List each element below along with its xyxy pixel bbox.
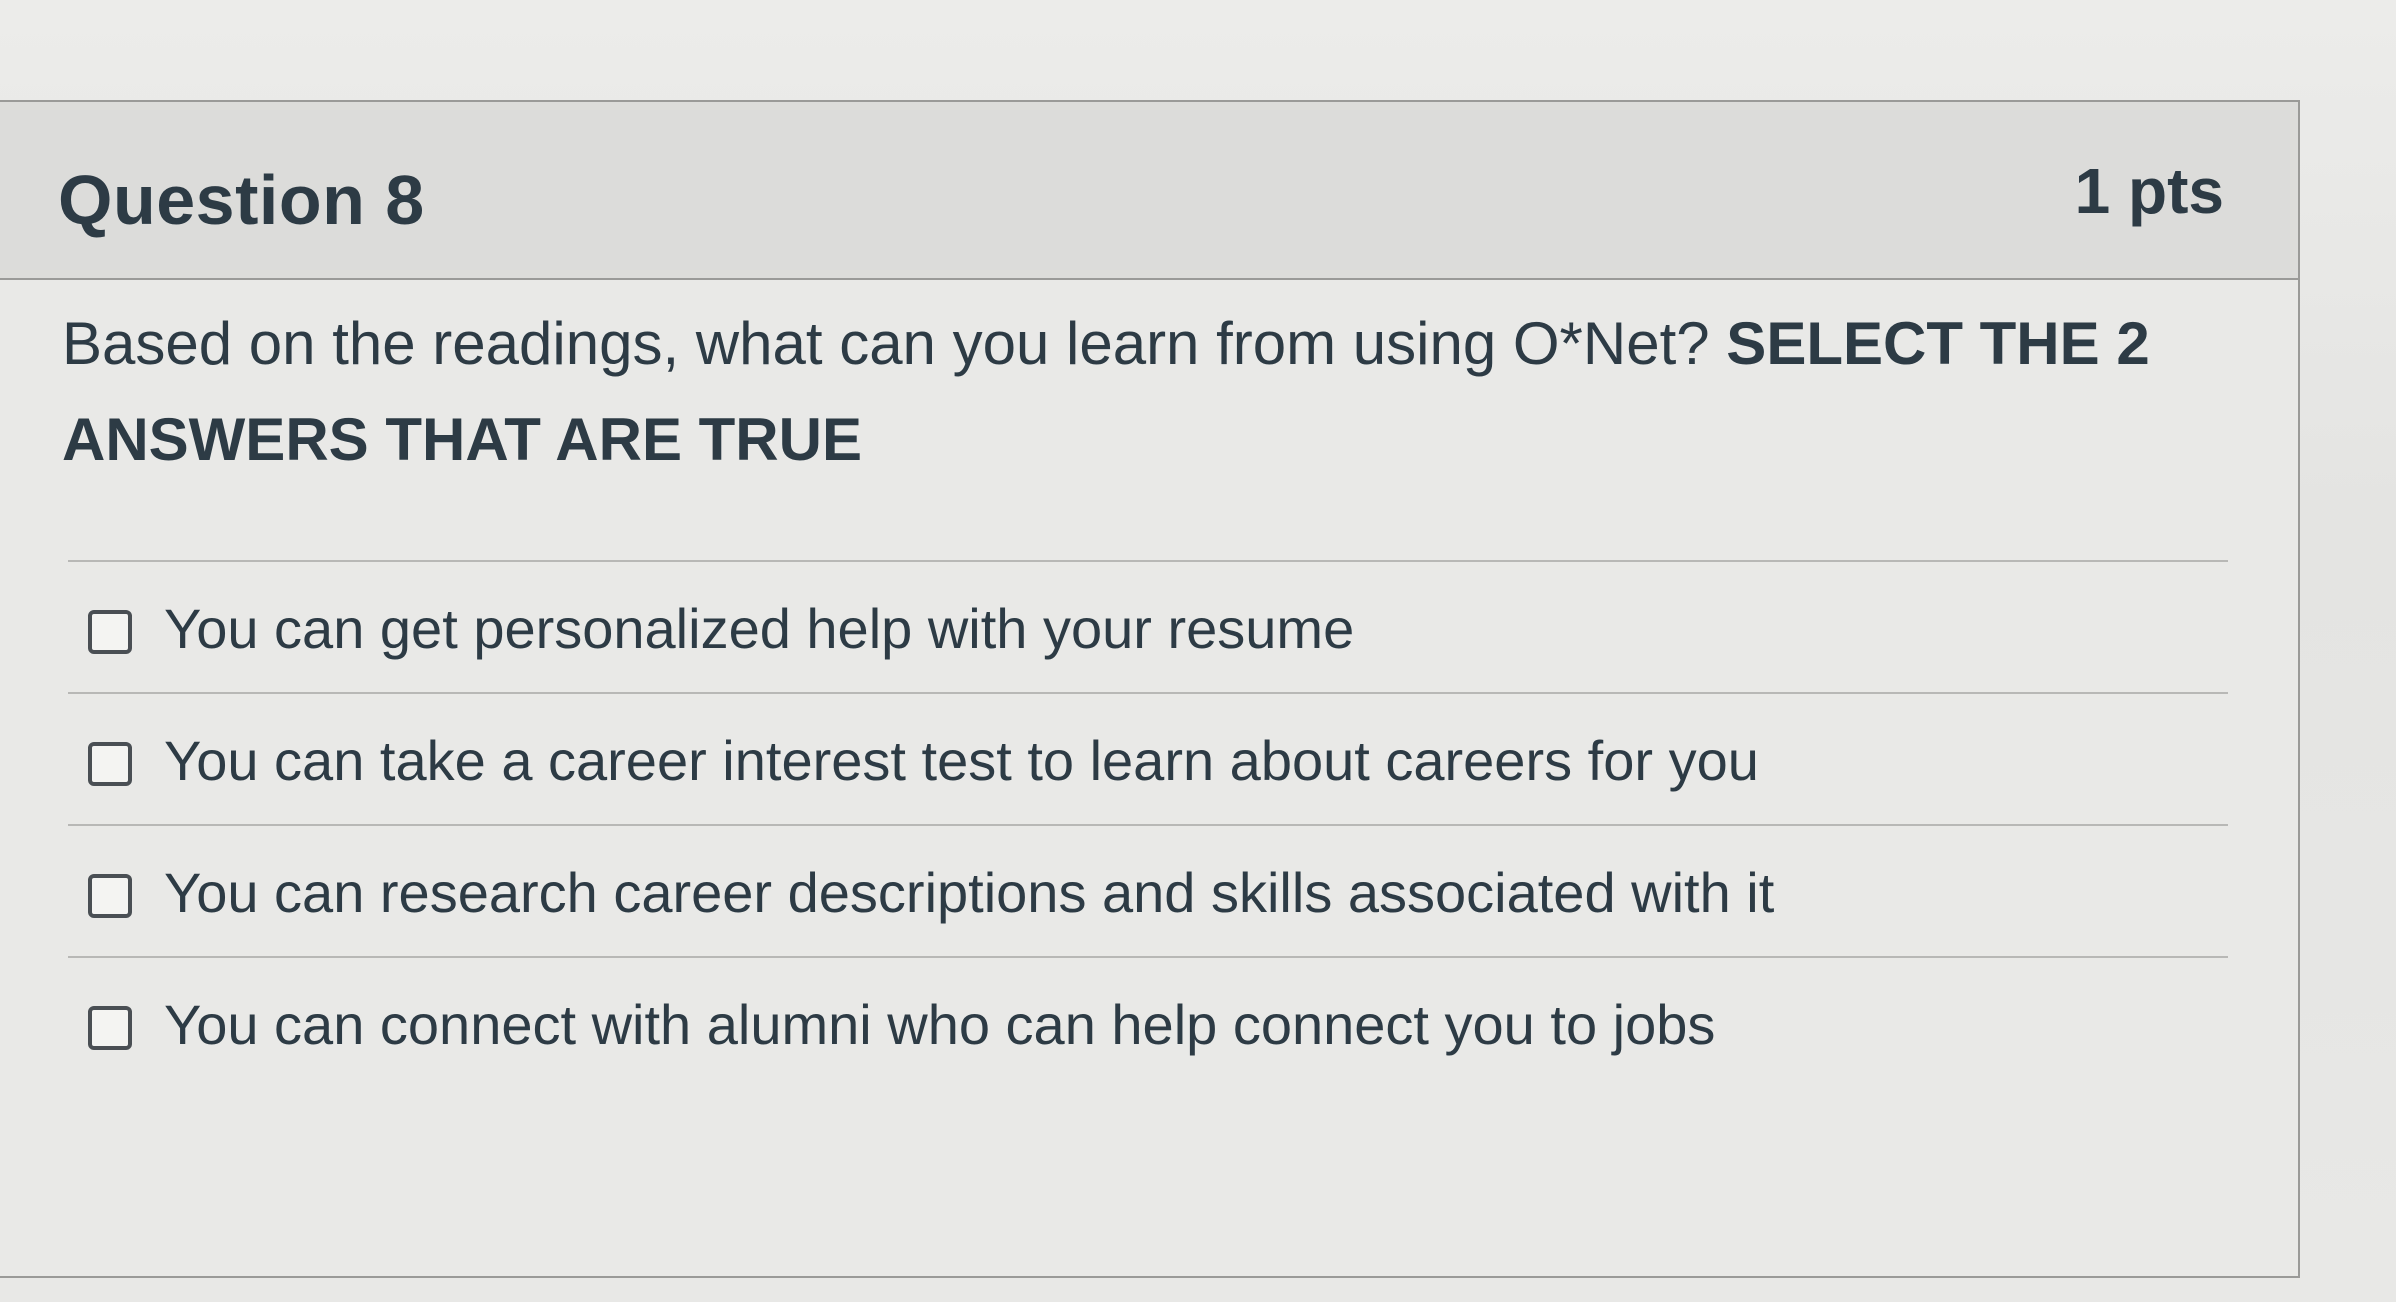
answer-label-2[interactable]: You can take a career interest test to l… — [164, 728, 1759, 793]
answer-checkbox-1[interactable] — [88, 610, 132, 654]
answer-option-3[interactable]: You can research career descriptions and… — [68, 826, 2228, 958]
question-text-main: Based on the readings, what can you lear… — [62, 310, 1727, 377]
question-header: Question 8 1 pts — [0, 102, 2298, 280]
question-text: Based on the readings, what can you lear… — [62, 296, 2182, 488]
answer-label-3[interactable]: You can research career descriptions and… — [164, 860, 1774, 925]
answer-option-1[interactable]: You can get personalized help with your … — [68, 562, 2228, 694]
answer-label-4[interactable]: You can connect with alumni who can help… — [164, 992, 1715, 1057]
answer-option-4[interactable]: You can connect with alumni who can help… — [68, 958, 2228, 1090]
answer-checkbox-4[interactable] — [88, 1006, 132, 1050]
question-title: Question 8 — [58, 161, 425, 239]
answer-option-2[interactable]: You can take a career interest test to l… — [68, 694, 2228, 826]
answer-checkbox-2[interactable] — [88, 742, 132, 786]
answer-list: You can get personalized help with your … — [68, 560, 2228, 1090]
answer-label-1[interactable]: You can get personalized help with your … — [164, 596, 1354, 661]
answer-checkbox-3[interactable] — [88, 874, 132, 918]
question-points: 1 pts — [2074, 155, 2224, 227]
